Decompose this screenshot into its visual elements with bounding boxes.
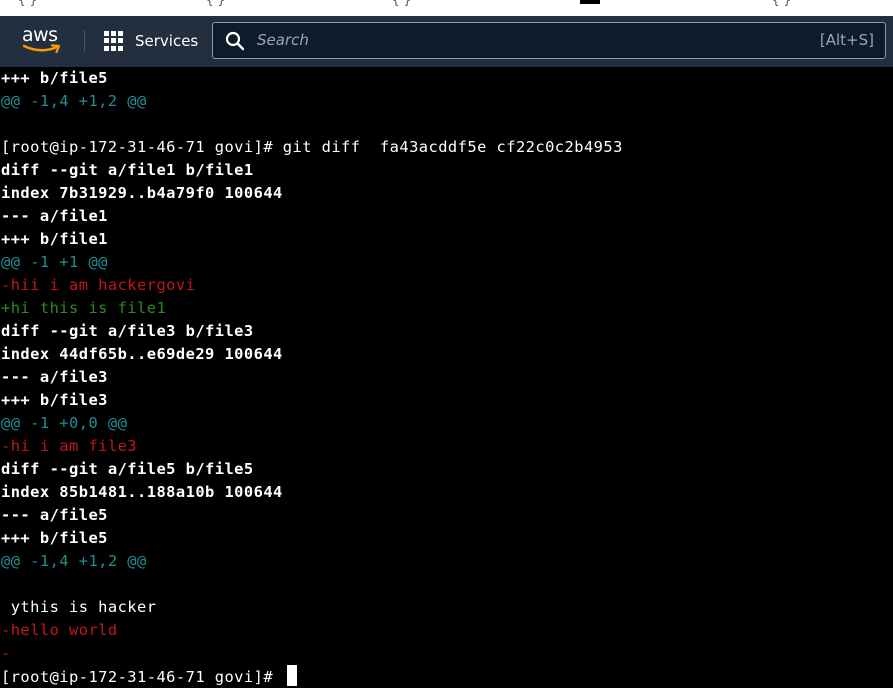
terminal-line: +++ b/file1 [1, 230, 108, 248]
aws-logo[interactable]: aws [22, 24, 64, 56]
terminal-line: @@ -1,4 +1,2 @@ [1, 552, 147, 570]
search-placeholder: Search [257, 31, 309, 49]
terminal-line: -hii i am hackergovi [1, 276, 196, 294]
browser-tab-strip: { } { } { } { } [0, 0, 893, 16]
tab-edge-glyph: { } [18, 0, 38, 7]
aws-console-header: aws Services Search [Alt+S] [0, 16, 893, 67]
terminal-line: index 7b31929..b4a79f0 100644 [1, 184, 283, 202]
terminal-prompt-line[interactable]: [root@ip-172-31-46-71 govi]# [1, 665, 297, 688]
terminal-line: @@ -1 +0,0 @@ [1, 414, 128, 432]
terminal-cursor [286, 665, 297, 686]
services-menu-button[interactable]: Services [104, 29, 198, 53]
tab-edge-glyph: { } [392, 0, 412, 7]
terminal-line: -hi i am file3 [1, 437, 138, 455]
terminal-line: +++ b/file5 [1, 69, 108, 87]
search-input[interactable]: Search [Alt+S] [212, 22, 886, 59]
search-icon [225, 31, 245, 51]
terminal-output[interactable]: +++ b/file5 @@ -1,4 +1,2 @@ [root@ip-172… [0, 67, 893, 688]
terminal-line: ythis is hacker [1, 598, 157, 616]
terminal-line: --- a/file1 [1, 207, 108, 225]
terminal-line: diff --git a/file5 b/file5 [1, 460, 254, 478]
terminal-line: diff --git a/file3 b/file3 [1, 322, 254, 340]
terminal-line: +++ b/file5 [1, 529, 108, 547]
terminal-line: +hi this is file1 [1, 299, 167, 317]
terminal-line: +++ b/file3 [1, 391, 108, 409]
app-grid-icon [104, 31, 124, 51]
terminal-line: -hello world [1, 621, 118, 639]
terminal-line: @@ -1 +1 @@ [1, 253, 108, 271]
terminal-line: index 85b1481..188a10b 100644 [1, 483, 283, 501]
terminal-line: @@ -1,4 +1,2 @@ [1, 92, 147, 110]
terminal-line: index 44df65b..e69de29 100644 [1, 345, 283, 363]
terminal-prompt: [root@ip-172-31-46-71 govi]# [1, 668, 283, 686]
search-shortcut-hint: [Alt+S] [819, 31, 874, 49]
terminal-line: diff --git a/file1 b/file1 [1, 161, 254, 179]
tab-edge-glyph: { } [772, 0, 792, 7]
tab-edge-glyph: { } [206, 0, 226, 7]
services-label: Services [135, 32, 199, 50]
terminal-line: --- a/file5 [1, 506, 108, 524]
tab-edge-block [580, 0, 600, 4]
terminal-line: [root@ip-172-31-46-71 govi]# git diff fa… [1, 138, 623, 156]
header-divider [84, 30, 85, 52]
terminal-line: --- a/file3 [1, 368, 108, 386]
terminal-line: - [1, 644, 11, 662]
aws-logo-text: aws [22, 24, 58, 46]
aws-smile-icon [23, 44, 61, 54]
